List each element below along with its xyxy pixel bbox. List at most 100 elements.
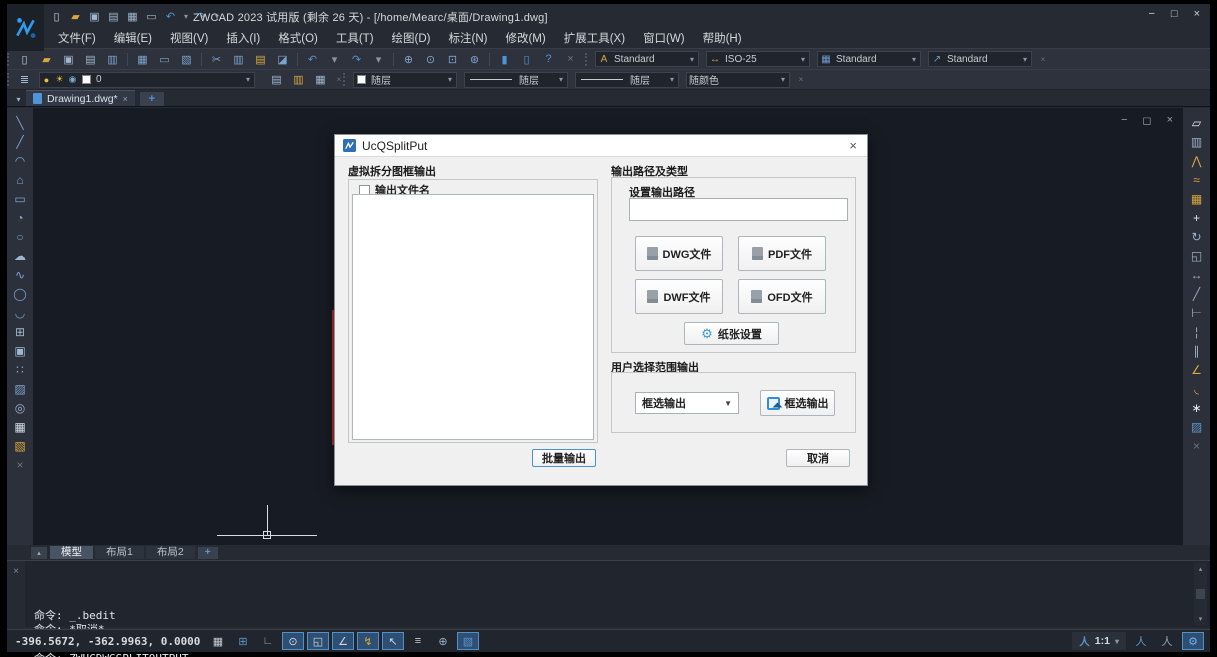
toolbar-close-icon[interactable]: ×: [335, 72, 343, 87]
chevron-down-icon[interactable]: ▾: [686, 55, 698, 64]
copy-clip-icon[interactable]: ▥: [231, 52, 246, 67]
toolbar-close-icon[interactable]: ×: [1188, 438, 1205, 454]
workspace-icon[interactable]: ▧: [457, 632, 479, 650]
pan-icon[interactable]: ⊕: [401, 52, 416, 67]
minimize-icon[interactable]: −: [1148, 8, 1154, 20]
copy-icon[interactable]: ▥: [1188, 134, 1205, 150]
array-icon[interactable]: ▦: [1188, 191, 1205, 207]
menu-item[interactable]: 格式(O): [269, 30, 327, 46]
fillet-icon[interactable]: ◟: [1188, 381, 1205, 397]
move-icon[interactable]: +: [1188, 210, 1205, 226]
add-layout-button[interactable]: +: [198, 547, 218, 559]
cut-icon[interactable]: ✂: [209, 52, 224, 67]
save-as-icon[interactable]: ▤: [106, 9, 121, 24]
help-icon[interactable]: ?: [541, 52, 556, 67]
settings-gear-icon[interactable]: ⚙: [1182, 632, 1204, 650]
tab-model[interactable]: 模型: [50, 546, 93, 559]
annotation-visibility-icon[interactable]: 人: [1130, 632, 1152, 650]
rectangle-icon[interactable]: ▭: [12, 191, 29, 207]
match-properties-icon[interactable]: ◪: [275, 52, 290, 67]
properties-icon[interactable]: ▮: [497, 52, 512, 67]
range-mode-dropdown[interactable]: 框选输出 ▼: [635, 392, 739, 414]
maximize-icon[interactable]: □: [1171, 8, 1178, 20]
toolbar-close-icon[interactable]: ×: [12, 457, 29, 473]
arc-segment-icon[interactable]: ◔: [12, 210, 29, 226]
command-window[interactable]: × 命令: _.bedit命令: *取消*命令: ZWUCADDDWGOPINI…: [7, 560, 1210, 627]
lineweight-icon[interactable]: ≡: [407, 632, 429, 650]
explode-icon[interactable]: ∗: [1188, 400, 1205, 416]
menu-item[interactable]: 文件(F): [49, 30, 105, 46]
menu-item[interactable]: 视图(V): [161, 30, 217, 46]
new-icon[interactable]: ▯: [49, 9, 64, 24]
mdi-minimize-icon[interactable]: −: [1121, 114, 1127, 127]
menu-item[interactable]: 绘图(D): [383, 30, 440, 46]
toolbar-close-icon[interactable]: ×: [563, 52, 578, 67]
chamfer-icon[interactable]: ∠: [1188, 362, 1205, 378]
stretch-icon[interactable]: ↔: [1188, 267, 1205, 283]
new-tab-button[interactable]: +: [140, 92, 164, 106]
menu-item[interactable]: 窗口(W): [634, 30, 694, 46]
ellipse-icon[interactable]: ◯: [12, 286, 29, 302]
mdi-close-icon[interactable]: ×: [1167, 114, 1173, 127]
paper-settings-button[interactable]: ⚙ 纸张设置: [684, 322, 779, 345]
table-style-combo[interactable]: ▦ Standard ▾: [817, 51, 921, 67]
mleader-style-combo[interactable]: ↗ Standard ▾: [928, 51, 1032, 67]
scroll-down-icon[interactable]: ▾: [1199, 615, 1203, 623]
open-icon[interactable]: ▰: [68, 9, 83, 24]
rotate-icon[interactable]: ↻: [1188, 229, 1205, 245]
layer-properties-icon[interactable]: ≣: [17, 72, 32, 87]
ofd-file-button[interactable]: OFD文件: [738, 279, 826, 314]
dialog-close-icon[interactable]: ×: [849, 138, 857, 153]
zoom-realtime-icon[interactable]: ⊙: [423, 52, 438, 67]
menu-item[interactable]: 修改(M): [496, 30, 554, 46]
annotation-scale-control[interactable]: 人 1:1 ▾: [1072, 632, 1126, 650]
box-select-output-button[interactable]: 框选输出: [760, 390, 835, 416]
select-cycling-icon[interactable]: ↖: [382, 632, 404, 650]
scale-icon[interactable]: ◱: [1188, 248, 1205, 264]
region-icon[interactable]: ◎: [12, 400, 29, 416]
plot-preview-icon[interactable]: ▭: [157, 52, 172, 67]
match-properties-icon[interactable]: ▨: [1188, 419, 1205, 435]
chevron-down-icon[interactable]: ▾: [777, 75, 789, 84]
undo-dropdown-icon[interactable]: ▾: [327, 52, 342, 67]
command-scrollbar[interactable]: ▴ ▾: [1194, 563, 1207, 625]
polygon-icon[interactable]: ⌂: [12, 172, 29, 188]
plot-icon[interactable]: ▦: [135, 52, 150, 67]
layout-up-icon[interactable]: ▴: [31, 547, 47, 559]
toolbar-separator[interactable]: [489, 53, 490, 66]
paste-icon[interactable]: ▤: [253, 52, 268, 67]
menu-item[interactable]: 插入(I): [217, 30, 269, 46]
ortho-icon[interactable]: ∟: [257, 632, 279, 650]
text-style-combo[interactable]: A Standard ▾: [595, 51, 699, 67]
osnap-icon[interactable]: ◱: [307, 632, 329, 650]
point-icon[interactable]: ∷: [12, 362, 29, 378]
cancel-button[interactable]: 取消: [786, 449, 850, 467]
grid-icon[interactable]: ▦: [207, 632, 229, 650]
snap-icon[interactable]: ⊞: [232, 632, 254, 650]
pdf-file-button[interactable]: PDF文件: [738, 236, 826, 271]
tab-layout2[interactable]: 布局2: [146, 546, 195, 559]
circle-icon[interactable]: ○: [12, 229, 29, 245]
chevron-down-icon[interactable]: ▾: [444, 75, 456, 84]
chevron-down-icon[interactable]: ▾: [908, 55, 920, 64]
revision-cloud-icon[interactable]: ☁: [12, 248, 29, 264]
toolbar-separator[interactable]: [201, 53, 202, 66]
break-icon[interactable]: ∥: [1188, 343, 1205, 359]
undo-icon[interactable]: ↶: [163, 9, 178, 24]
lineweight-combo[interactable]: 随层 ▾: [575, 72, 679, 88]
dim-style-combo[interactable]: ↔ ISO-25 ▾: [706, 51, 810, 67]
chevron-down-icon[interactable]: ▾: [555, 75, 567, 84]
tab-close-icon[interactable]: ×: [123, 94, 128, 104]
document-tab[interactable]: Drawing1.dwg* ×: [26, 90, 135, 106]
layer-isolate-icon[interactable]: ▦: [313, 72, 328, 87]
toolbar-close-icon[interactable]: ×: [1039, 52, 1047, 67]
trim-icon[interactable]: ╱: [1188, 286, 1205, 302]
chevron-down-icon[interactable]: ▾: [797, 55, 809, 64]
table-icon[interactable]: ▦: [12, 419, 29, 435]
menu-item[interactable]: 标注(N): [440, 30, 497, 46]
ellipse-arc-icon[interactable]: ◡: [12, 305, 29, 321]
menu-item[interactable]: 编辑(E): [105, 30, 161, 46]
save-icon[interactable]: ▣: [87, 9, 102, 24]
break-at-point-icon[interactable]: ¦: [1188, 324, 1205, 340]
toolbar-separator[interactable]: [393, 53, 394, 66]
